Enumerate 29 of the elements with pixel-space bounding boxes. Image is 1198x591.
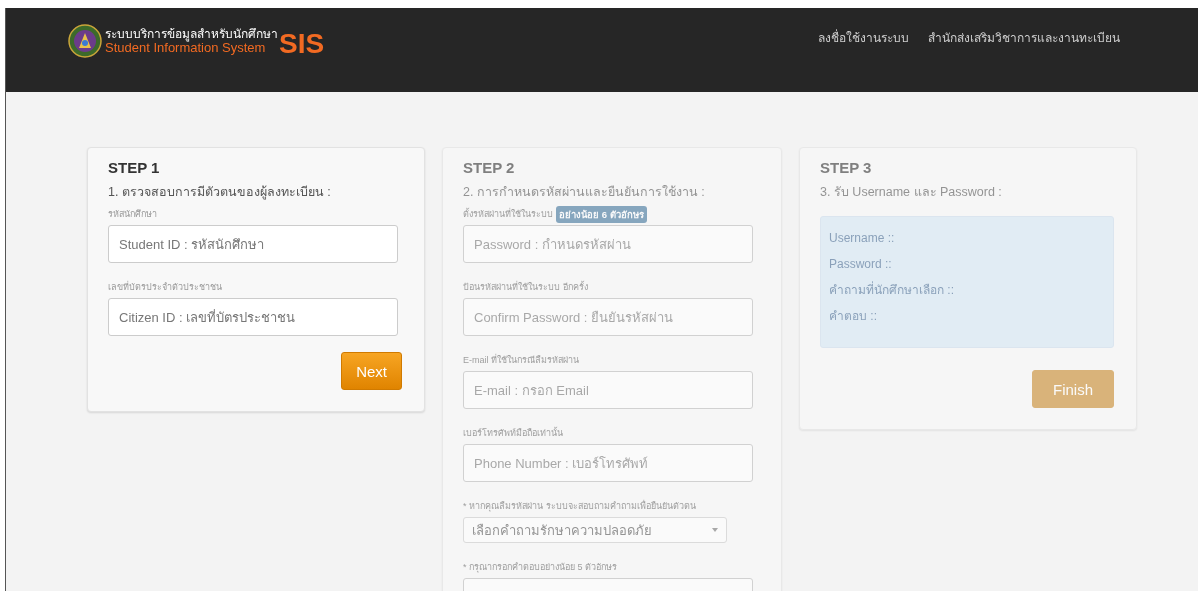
result-line: Username :: [829,230,896,247]
nav-link[interactable]: ลงชื่อใช้งานระบบ [818,28,909,47]
nav-link[interactable]: สำนักส่งเสริมวิชาการและงานทะเบียน [928,28,1120,47]
field-label: ตั้งรหัสผ่านที่ใช้ในระบบ [463,207,553,221]
result-line: คำถามที่นักศึกษาเลือก :: [829,280,955,299]
input-field[interactable]: Student ID : รหัสนักศึกษา [108,225,398,263]
step-title: STEP 1 [108,158,161,178]
step-subtitle: 3. รับ Username และ Password : [820,184,1003,200]
field-label: ป้อนรหัสผ่านที่ใช้ในระบบ อีกครั้ง [463,280,588,294]
result-line: คำตอบ :: [829,308,878,325]
field-label: เบอร์โทรศัพท์มือถือเท่านั้น [463,426,563,440]
emblem-icon [68,24,102,58]
step-title: STEP 3 [820,158,873,178]
input-field[interactable]: Citizen ID : เลขที่บัตรประชาชน [108,298,398,336]
hint-badge: อย่างน้อย 6 ตัวอักษร [556,205,647,223]
caret-icon [712,528,718,532]
field-label: เลขที่บัตรประจำตัวประชาชน [108,280,222,294]
field-label: รหัสนักศึกษา [108,208,157,221]
field-label: * กรุณากรอกคำตอบอย่างน้อย 5 ตัวอักษร [463,561,617,574]
result-line: Password :: [829,256,893,273]
field-label: E-mail ที่ใช้ในกรณีลืมรหัสผ่าน [463,353,579,367]
logo-acronym: SIS [279,28,325,60]
step-subtitle: 2. การกำหนดรหัสผ่านและยืนยันการใช้งาน : [463,184,706,200]
next-button[interactable]: Next [341,352,402,390]
field-label: * หากคุณลืมรหัสผ่าน ระบบจะสอบถามคำถามเพื่อยืนยันตัวตน [463,499,696,513]
step-subtitle: 1. ตรวจสอบการมีตัวตนของผู้ลงทะเบียน : [108,184,332,200]
step-title: STEP 2 [463,158,516,178]
logo-title-thai: ระบบบริการข้อมูลสำหรับนักศึกษา [105,27,278,41]
logo-title-english: Student Information System [105,41,266,55]
